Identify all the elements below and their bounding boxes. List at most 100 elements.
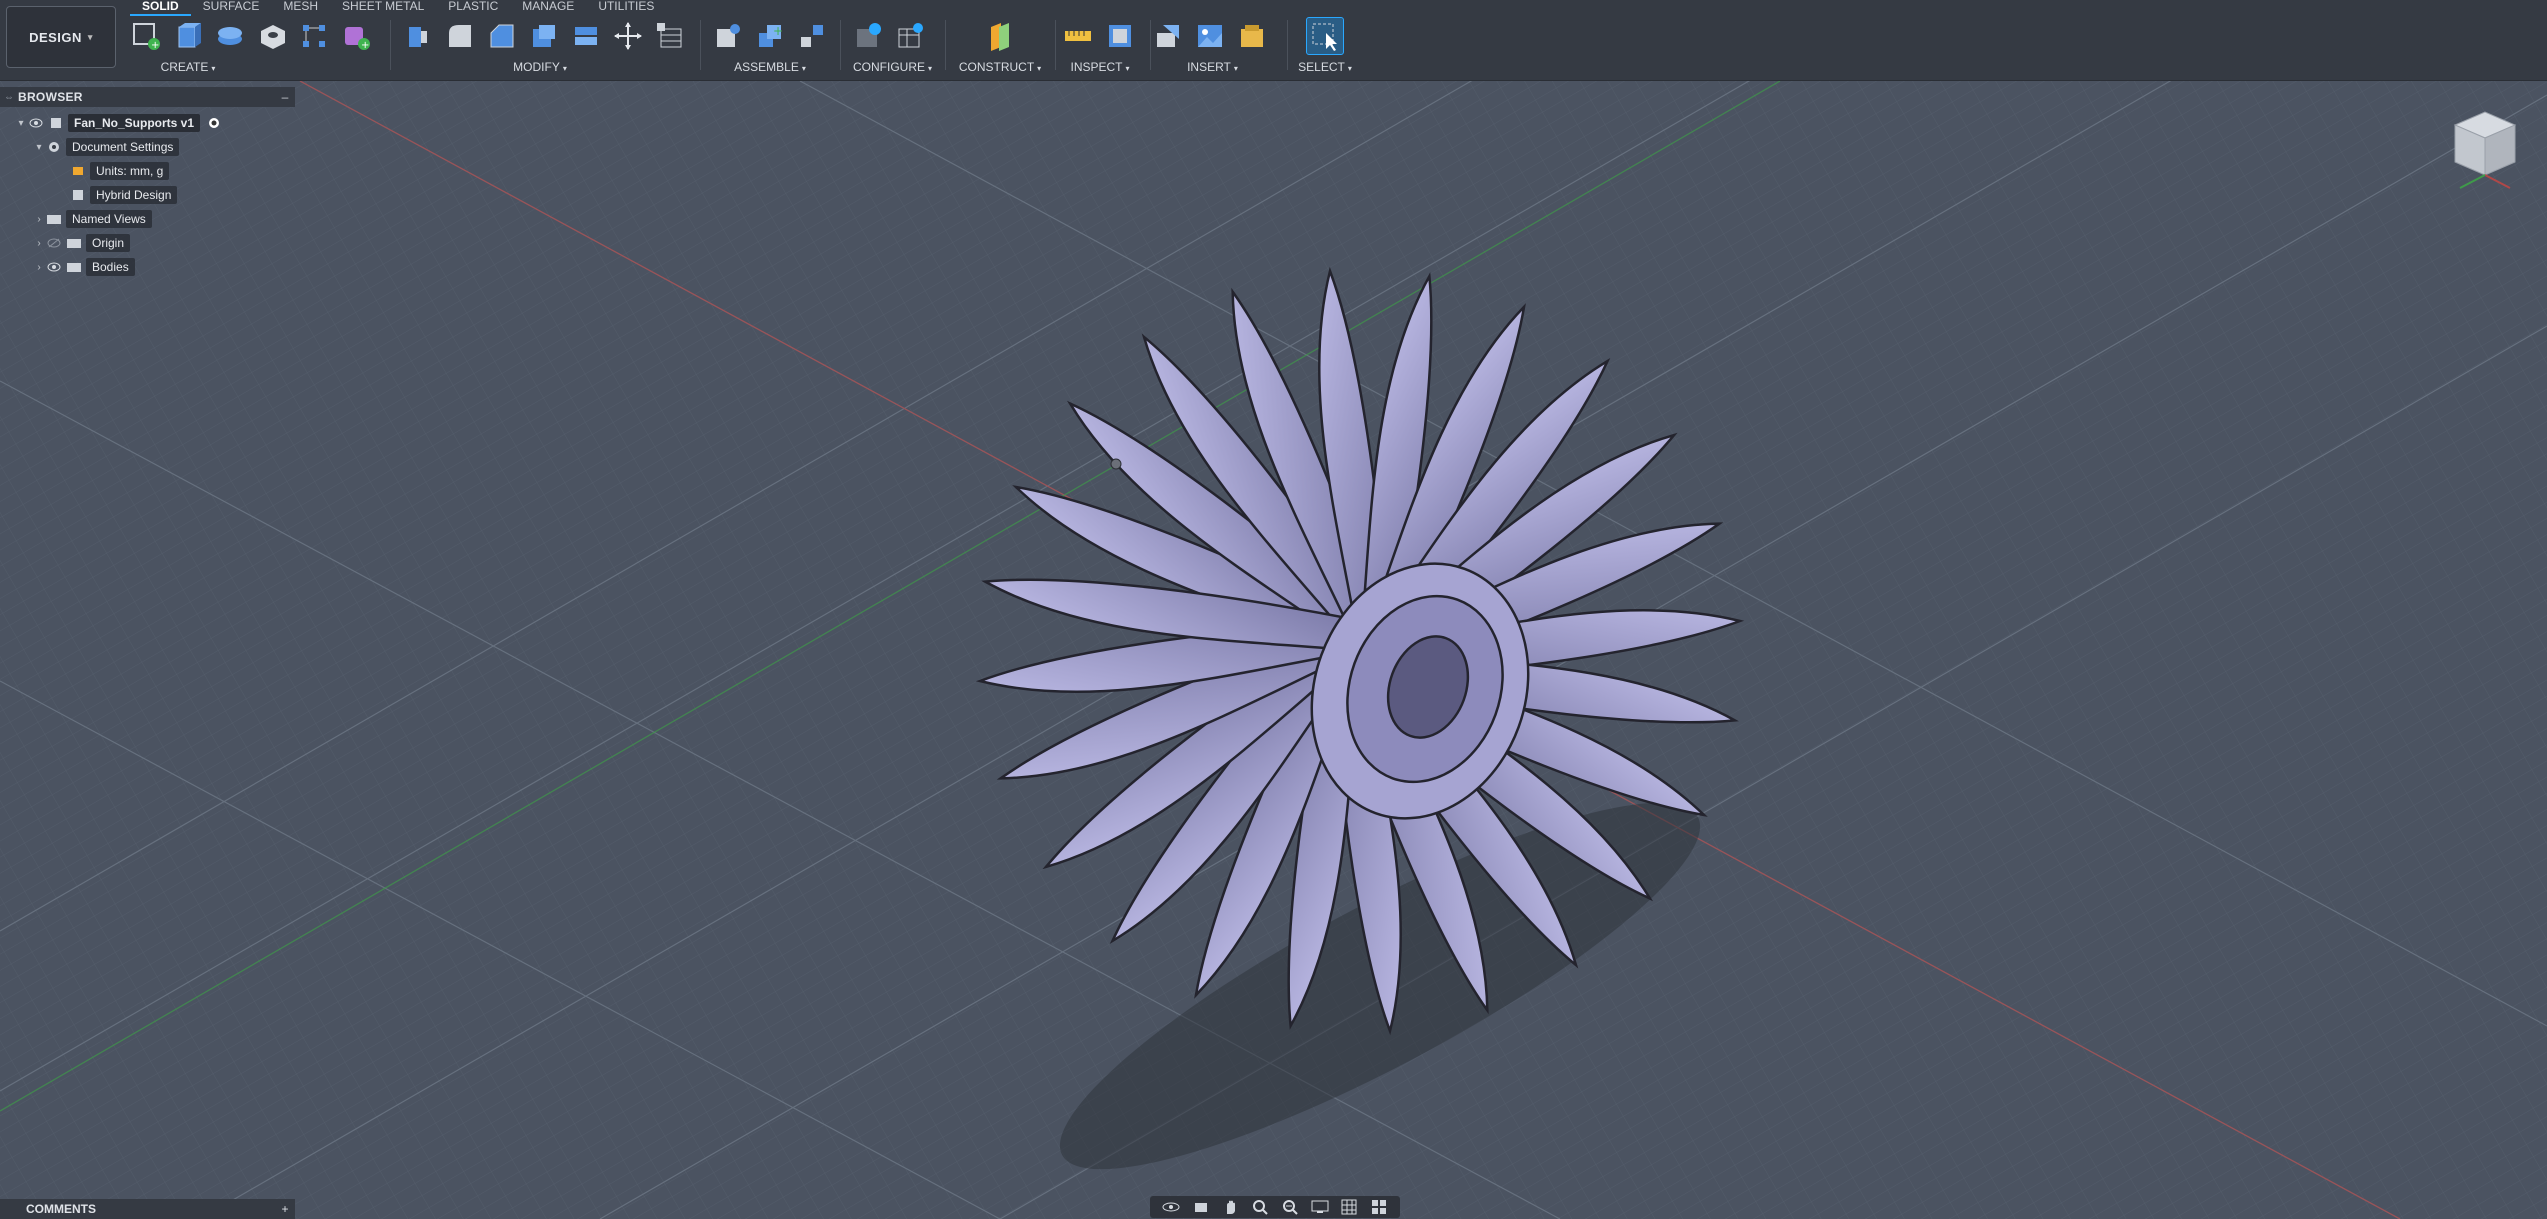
collapse-panel-button[interactable]: – — [275, 90, 295, 104]
press-pull-icon[interactable] — [400, 18, 436, 54]
toolbar-divider — [1055, 20, 1056, 70]
browser-root-node[interactable]: ▾ Fan_No_Supports v1 — [14, 112, 226, 134]
viewport-canvas[interactable] — [0, 81, 2547, 1219]
insert-group: INSERT ▾ — [1150, 16, 1275, 76]
orbit-icon[interactable] — [1160, 1198, 1182, 1216]
svg-text:+: + — [773, 24, 783, 38]
construct-menu[interactable]: CONSTRUCT ▾ — [955, 60, 1045, 74]
configure-icon[interactable] — [850, 18, 886, 54]
svg-text:+: + — [151, 40, 159, 51]
chevron-down-icon: ▾ — [801, 64, 806, 73]
chevron-right-icon[interactable]: › — [32, 214, 46, 225]
workspace-switcher[interactable]: DESIGN ▾ — [6, 6, 116, 68]
chevron-right-icon[interactable]: › — [32, 262, 46, 273]
move-icon[interactable] — [610, 18, 646, 54]
tab-solid[interactable]: SOLID — [130, 0, 191, 16]
add-comment-button[interactable]: + — [275, 1202, 295, 1216]
fit-icon[interactable] — [1279, 1198, 1301, 1216]
gear-icon — [46, 139, 62, 155]
navigation-bar — [1150, 1196, 1400, 1218]
browser-item-label: Bodies — [86, 258, 135, 276]
browser-item-units[interactable]: Units: mm, g — [70, 160, 170, 182]
chevron-down-icon: ▾ — [1347, 64, 1352, 73]
create-form-icon[interactable]: + — [338, 18, 374, 54]
extrude-icon[interactable] — [170, 18, 206, 54]
assemble-menu[interactable]: ASSEMBLE ▾ — [710, 60, 830, 74]
create-group: + + CREATE ▾ — [128, 16, 378, 76]
toolbar-divider — [840, 20, 841, 70]
hole-icon[interactable] — [254, 18, 290, 54]
eye-icon[interactable] — [46, 259, 62, 275]
comments-panel-header[interactable]: COMMENTS + — [0, 1199, 295, 1219]
create-sketch-icon[interactable]: + — [128, 18, 164, 54]
chamfer-icon[interactable] — [484, 18, 520, 54]
new-component-icon[interactable] — [710, 18, 746, 54]
tab-mesh[interactable]: MESH — [271, 0, 330, 14]
browser-item-named-views[interactable]: › Named Views — [32, 208, 152, 230]
modify-group: MODIFY ▾ — [400, 16, 690, 76]
tab-manage[interactable]: MANAGE — [510, 0, 586, 14]
shell-icon[interactable] — [526, 18, 562, 54]
viewcube[interactable] — [2440, 100, 2530, 190]
pattern-icon[interactable] — [296, 18, 332, 54]
tab-utilities[interactable]: UTILITIES — [586, 0, 666, 14]
chevron-right-icon[interactable]: › — [32, 238, 46, 249]
insert-menu[interactable]: INSERT ▾ — [1150, 60, 1275, 74]
look-at-icon[interactable] — [1190, 1198, 1212, 1216]
browser-item-bodies[interactable]: › Bodies — [32, 256, 135, 278]
tab-plastic[interactable]: PLASTIC — [436, 0, 510, 14]
revolve-icon[interactable] — [212, 18, 248, 54]
chevron-down-icon: ▾ — [211, 64, 216, 73]
eye-icon[interactable] — [28, 115, 44, 131]
toolbar-divider — [945, 20, 946, 70]
configure-label: CONFIGURE — [852, 60, 925, 74]
toolbar-divider — [700, 20, 701, 70]
create-menu[interactable]: CREATE ▾ — [128, 60, 248, 74]
activate-radio-icon[interactable] — [206, 115, 222, 131]
configure-table-icon[interactable] — [892, 18, 928, 54]
tab-sheet-metal[interactable]: SHEET METAL — [330, 0, 436, 14]
split-body-icon[interactable] — [568, 18, 604, 54]
eye-hidden-icon[interactable] — [46, 235, 62, 251]
joint-icon[interactable]: + — [752, 18, 788, 54]
chevron-down-icon[interactable]: ▾ — [14, 118, 28, 129]
configure-menu[interactable]: CONFIGURE ▾ — [850, 60, 935, 74]
zoom-icon[interactable] — [1249, 1198, 1271, 1216]
drag-handle-icon[interactable]: ⇔ — [0, 92, 18, 103]
section-analysis-icon[interactable] — [1102, 18, 1138, 54]
select-icon[interactable] — [1306, 17, 1344, 55]
offset-plane-icon[interactable] — [982, 18, 1018, 54]
browser-item-hybrid-design[interactable]: Hybrid Design — [70, 184, 178, 206]
construct-label: CONSTRUCT — [958, 60, 1035, 74]
chevron-down-icon: ▾ — [1125, 64, 1130, 73]
browser-item-label: Document Settings — [66, 138, 180, 156]
display-settings-icon[interactable] — [1309, 1198, 1331, 1216]
change-parameters-icon[interactable] — [652, 18, 688, 54]
inspect-label: INSPECT — [1070, 60, 1123, 74]
insert-canvas-icon[interactable] — [1192, 18, 1228, 54]
chevron-down-icon: ▾ — [562, 64, 567, 73]
origin-point[interactable] — [1110, 458, 1122, 470]
insert-derive-icon[interactable] — [1150, 18, 1186, 54]
chevron-down-icon[interactable]: ▾ — [32, 142, 46, 153]
grid-settings-icon[interactable] — [1338, 1198, 1360, 1216]
modify-menu[interactable]: MODIFY ▾ — [400, 60, 680, 74]
inspect-menu[interactable]: INSPECT ▾ — [1060, 60, 1140, 74]
fillet-icon[interactable] — [442, 18, 478, 54]
pan-icon[interactable] — [1219, 1198, 1241, 1216]
as-built-joint-icon[interactable] — [794, 18, 830, 54]
assemble-group: + ASSEMBLE ▾ — [710, 16, 830, 76]
select-menu[interactable]: SELECT ▾ — [1295, 60, 1355, 74]
measure-icon[interactable] — [1060, 18, 1096, 54]
browser-item-document-settings[interactable]: ▾ Document Settings — [32, 136, 180, 158]
browser-item-origin[interactable]: › Origin — [32, 232, 131, 254]
toolbar-divider — [390, 20, 391, 70]
select-group: SELECT ▾ — [1295, 16, 1355, 76]
tab-surface[interactable]: SURFACE — [191, 0, 272, 14]
browser-item-label: Hybrid Design — [90, 186, 178, 204]
insert-mcmaster-icon[interactable] — [1234, 18, 1270, 54]
chevron-down-icon: ▾ — [1233, 64, 1238, 73]
insert-label: INSERT — [1187, 60, 1231, 74]
viewports-icon[interactable] — [1368, 1198, 1390, 1216]
select-label: SELECT — [1298, 60, 1345, 74]
